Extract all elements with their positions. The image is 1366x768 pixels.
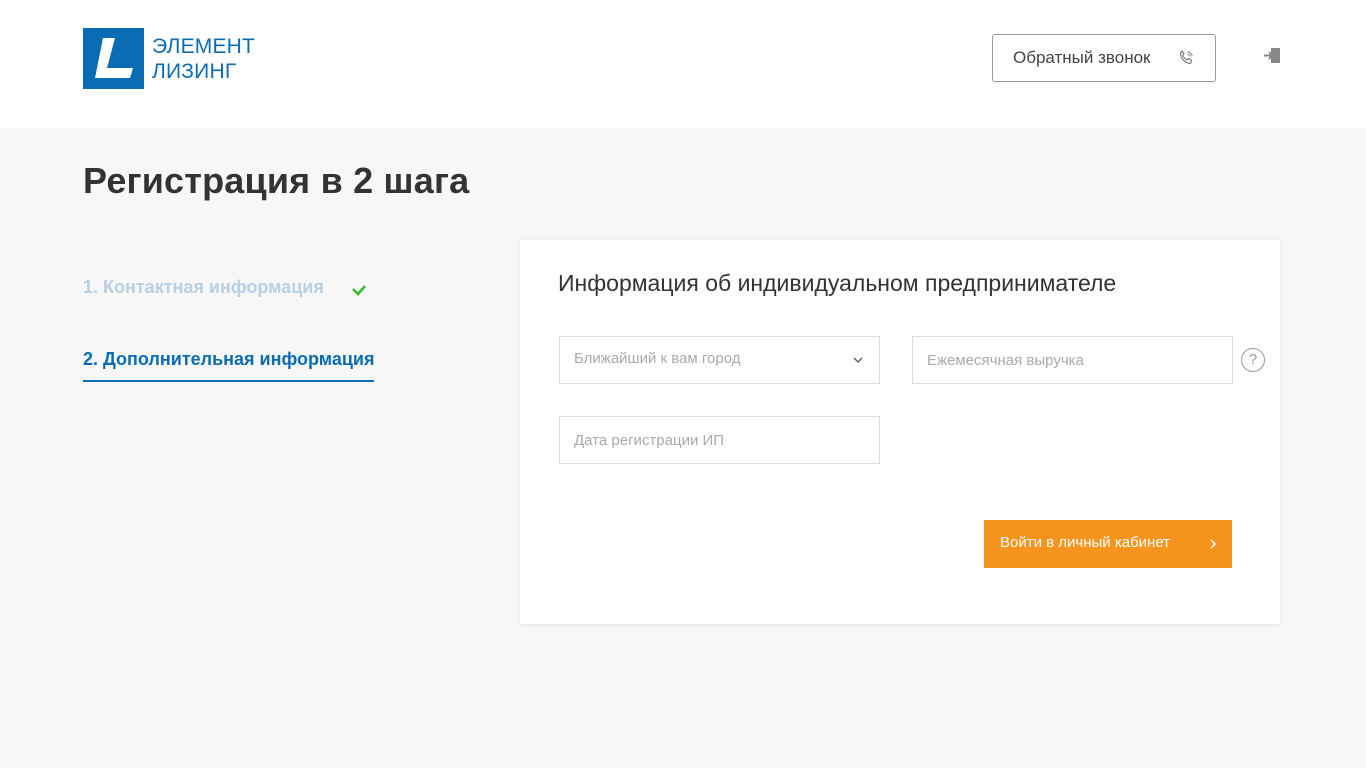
- callback-button-label: Обратный звонок: [1013, 48, 1151, 67]
- header: ЭЛЕМЕНТ ЛИЗИНГ Обратный звонок: [0, 0, 1366, 128]
- phone-icon: [1180, 50, 1193, 64]
- step-additional-info-label: 2. Дополнительная информация: [83, 349, 375, 369]
- form-card: Информация об индивидуальном предпринима…: [520, 240, 1280, 624]
- page-title: Регистрация в 2 шага: [83, 160, 470, 201]
- chevron-down-icon: [853, 357, 863, 363]
- step-contact-info[interactable]: 1. Контактная информация: [83, 272, 366, 302]
- city-select-placeholder: Ближайший к вам город: [574, 349, 741, 367]
- check-icon: [352, 285, 366, 296]
- submit-button-label: Войти в личный кабинет: [1000, 533, 1171, 551]
- form-title: Информация об индивидуальном предпринима…: [558, 270, 1117, 296]
- logo-line1: ЭЛЕМЕНТ: [152, 34, 256, 58]
- logo-text: ЭЛЕМЕНТ ЛИЗИНГ: [152, 34, 255, 84]
- revenue-input[interactable]: [912, 336, 1233, 384]
- logo-mark-icon: [83, 28, 144, 89]
- chevron-right-icon: [1210, 539, 1216, 549]
- ip-registration-date-input[interactable]: [559, 416, 880, 464]
- steps-nav: 1. Контактная информация 2. Дополнительн…: [83, 272, 483, 382]
- logo[interactable]: ЭЛЕМЕНТ ЛИЗИНГ: [83, 28, 255, 89]
- city-select[interactable]: Ближайший к вам город: [559, 336, 880, 384]
- login-icon[interactable]: [1264, 47, 1281, 64]
- logo-line2: ЛИЗИНГ: [152, 59, 237, 83]
- submit-button[interactable]: Войти в личный кабинет: [984, 520, 1232, 568]
- help-icon[interactable]: ?: [1241, 348, 1265, 372]
- step-additional-info[interactable]: 2. Дополнительная информация: [83, 344, 375, 382]
- callback-button[interactable]: Обратный звонок: [992, 34, 1216, 82]
- step-contact-info-label: 1. Контактная информация: [83, 277, 324, 297]
